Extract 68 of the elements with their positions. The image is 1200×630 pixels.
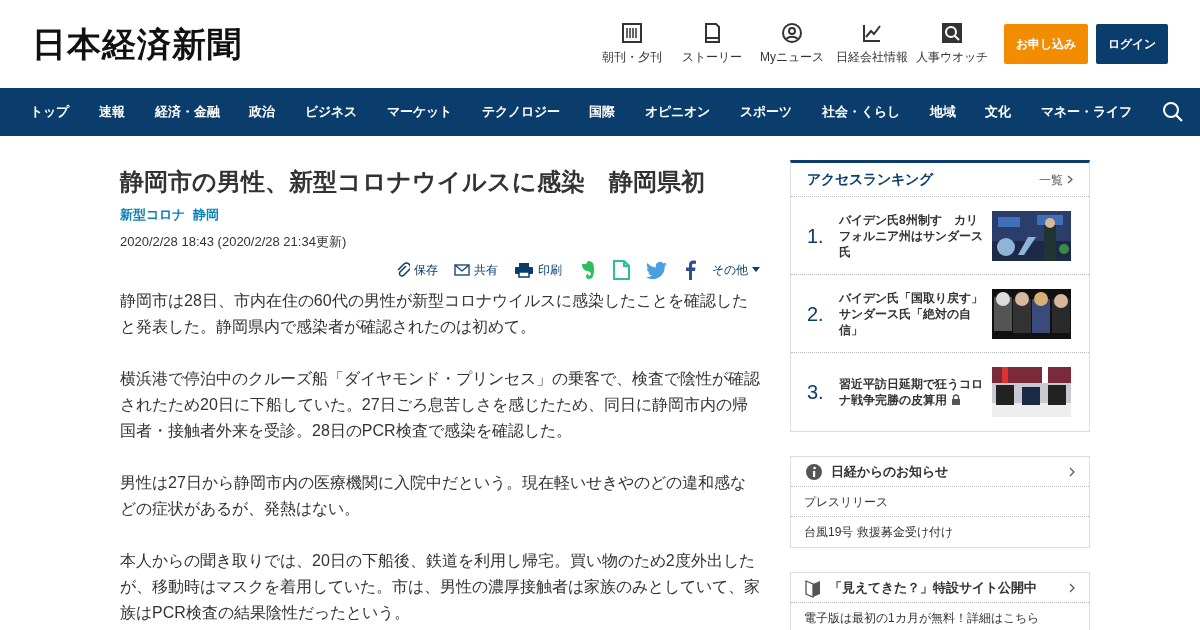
- article-title: 静岡市の男性、新型コロナウイルスに感染 静岡県初: [120, 168, 706, 197]
- paperclip-icon: [396, 261, 410, 278]
- caret-icon: [752, 267, 760, 273]
- chevron-icon: [1069, 582, 1075, 593]
- info-icon: [805, 462, 823, 481]
- ranking-headline: バイデン氏8州制す カリフォルニア州はサンダース氏: [839, 212, 983, 259]
- rank-number: 1.: [807, 223, 825, 249]
- share-button[interactable]: 共有: [454, 260, 498, 279]
- notice-link[interactable]: 台風19号 救援募金受け付け: [791, 517, 1089, 547]
- nav-link[interactable]: 政治: [249, 102, 276, 122]
- search-button[interactable]: [1161, 101, 1184, 123]
- ranking-item[interactable]: 2. バイデン氏「国取り戻す」サンダース氏「絶対の自信」: [791, 275, 1089, 353]
- header-link[interactable]: 朝刊・夕刊: [596, 22, 668, 66]
- rank-number: 3.: [807, 380, 825, 405]
- share-button[interactable]: 保存: [396, 260, 438, 279]
- nav-link[interactable]: 社会・くらし: [821, 102, 900, 122]
- ranking-item[interactable]: 1. バイデン氏8州制す カリフォルニア州はサンダース氏: [791, 197, 1089, 275]
- share-button[interactable]: [684, 259, 696, 280]
- chevron-icon: [1069, 466, 1075, 477]
- nav-link[interactable]: マネー・ライフ: [1041, 102, 1133, 122]
- notice-link[interactable]: 電子版は最初の1カ月が無料！詳細はこちら: [791, 603, 1089, 630]
- notice-header[interactable]: 日経からのお知らせ: [791, 457, 1089, 487]
- ranking-item[interactable]: 3. 習近平訪日延期で狂うコロナ戦争完勝の皮算用: [791, 353, 1089, 431]
- nav-link[interactable]: ビジネス: [305, 102, 358, 122]
- notice-header[interactable]: 「見えてきた？」特設サイト公開中: [791, 573, 1089, 603]
- note-icon: [612, 259, 630, 280]
- article-paragraph: 横浜港で停泊中のクルーズ船「ダイヤモンド・プリンセス」の乗客で、検査で陰性が確認されたため20日に下船していた。27日ごろ息苦しさを感じたため、同日に静岡市内の帰国者・接触者外来を受診。28日のPCR検査で感染を確認した。: [120, 368, 760, 441]
- nav-link[interactable]: 国際: [589, 102, 616, 122]
- article-date: 2020/2/28 18:43 (2020/2/28 21:34更新): [120, 233, 348, 252]
- printer-icon: [514, 261, 534, 278]
- panel-title: アクセスランキング: [807, 170, 933, 189]
- share-button[interactable]: 印刷: [514, 260, 562, 279]
- nav-link[interactable]: 速報: [98, 102, 125, 122]
- mail-icon: [454, 263, 470, 276]
- article-paragraph: 本人からの聞き取りでは、20日の下船後、鉄道を利用し帰宅。買い物のため2度外出したが、移動時はマスクを着用していた。市は、男性の濃厚接触者は家族のみとしていて、家族はPCR検査の結果陰性だったという。: [120, 550, 760, 623]
- search-icon: [1161, 101, 1184, 123]
- newspaper-icon: [621, 22, 643, 44]
- article-paragraph: 静岡市は28日、市内在住の60代の男性が新型コロナウイルスに感染したことを確認したと発表した。静岡県内で感染者が確認されたのは初めて。: [120, 290, 749, 337]
- nav-link[interactable]: 文化: [985, 102, 1012, 122]
- topic-link[interactable]: 静岡: [193, 204, 219, 225]
- rank-number: 2.: [807, 301, 825, 327]
- nav-link[interactable]: 経済・金融: [154, 102, 220, 122]
- chart-icon: [861, 22, 883, 44]
- chevron-icon: [1067, 175, 1073, 184]
- nav-link[interactable]: スポーツ: [740, 102, 793, 122]
- nav-link[interactable]: 地域: [929, 102, 956, 122]
- header-link[interactable]: Myニュース: [756, 22, 828, 66]
- header-link[interactable]: 日経会社情報: [836, 22, 908, 66]
- topic-link[interactable]: 新型コロナ: [120, 204, 185, 225]
- facebook-icon: [684, 259, 696, 280]
- article-paragraph: 男性は27日から静岡市内の医療機関に入院中だという。現在軽いせきやのどの違和感などの症状があるが、発熱はない。: [120, 472, 747, 519]
- search-icon: [941, 22, 963, 44]
- leaf-icon: [805, 577, 821, 598]
- nav-link[interactable]: トップ: [30, 102, 69, 122]
- logo[interactable]: 日本経済新聞: [32, 18, 242, 70]
- more-link[interactable]: 一覧: [1039, 170, 1073, 189]
- user-icon: [781, 22, 803, 44]
- ranking-headline: 習近平訪日延期で狂うコロナ戦争完勝の皮算用: [839, 377, 983, 407]
- header-link[interactable]: 人事ウオッチ: [916, 22, 988, 66]
- login-button[interactable]: ログイン: [1096, 24, 1168, 64]
- nav-link[interactable]: マーケット: [386, 102, 452, 122]
- nav-link[interactable]: テクノロジー: [481, 102, 560, 122]
- notice-link[interactable]: プレスリリース: [791, 487, 1089, 517]
- nav-link[interactable]: オピニオン: [645, 102, 711, 122]
- bird-icon: [646, 260, 668, 279]
- ranking-headline: バイデン氏「国取り戻す」サンダース氏「絶対の自信」: [839, 290, 983, 337]
- header-link[interactable]: ストーリー: [676, 22, 748, 66]
- share-button[interactable]: その他: [712, 260, 760, 279]
